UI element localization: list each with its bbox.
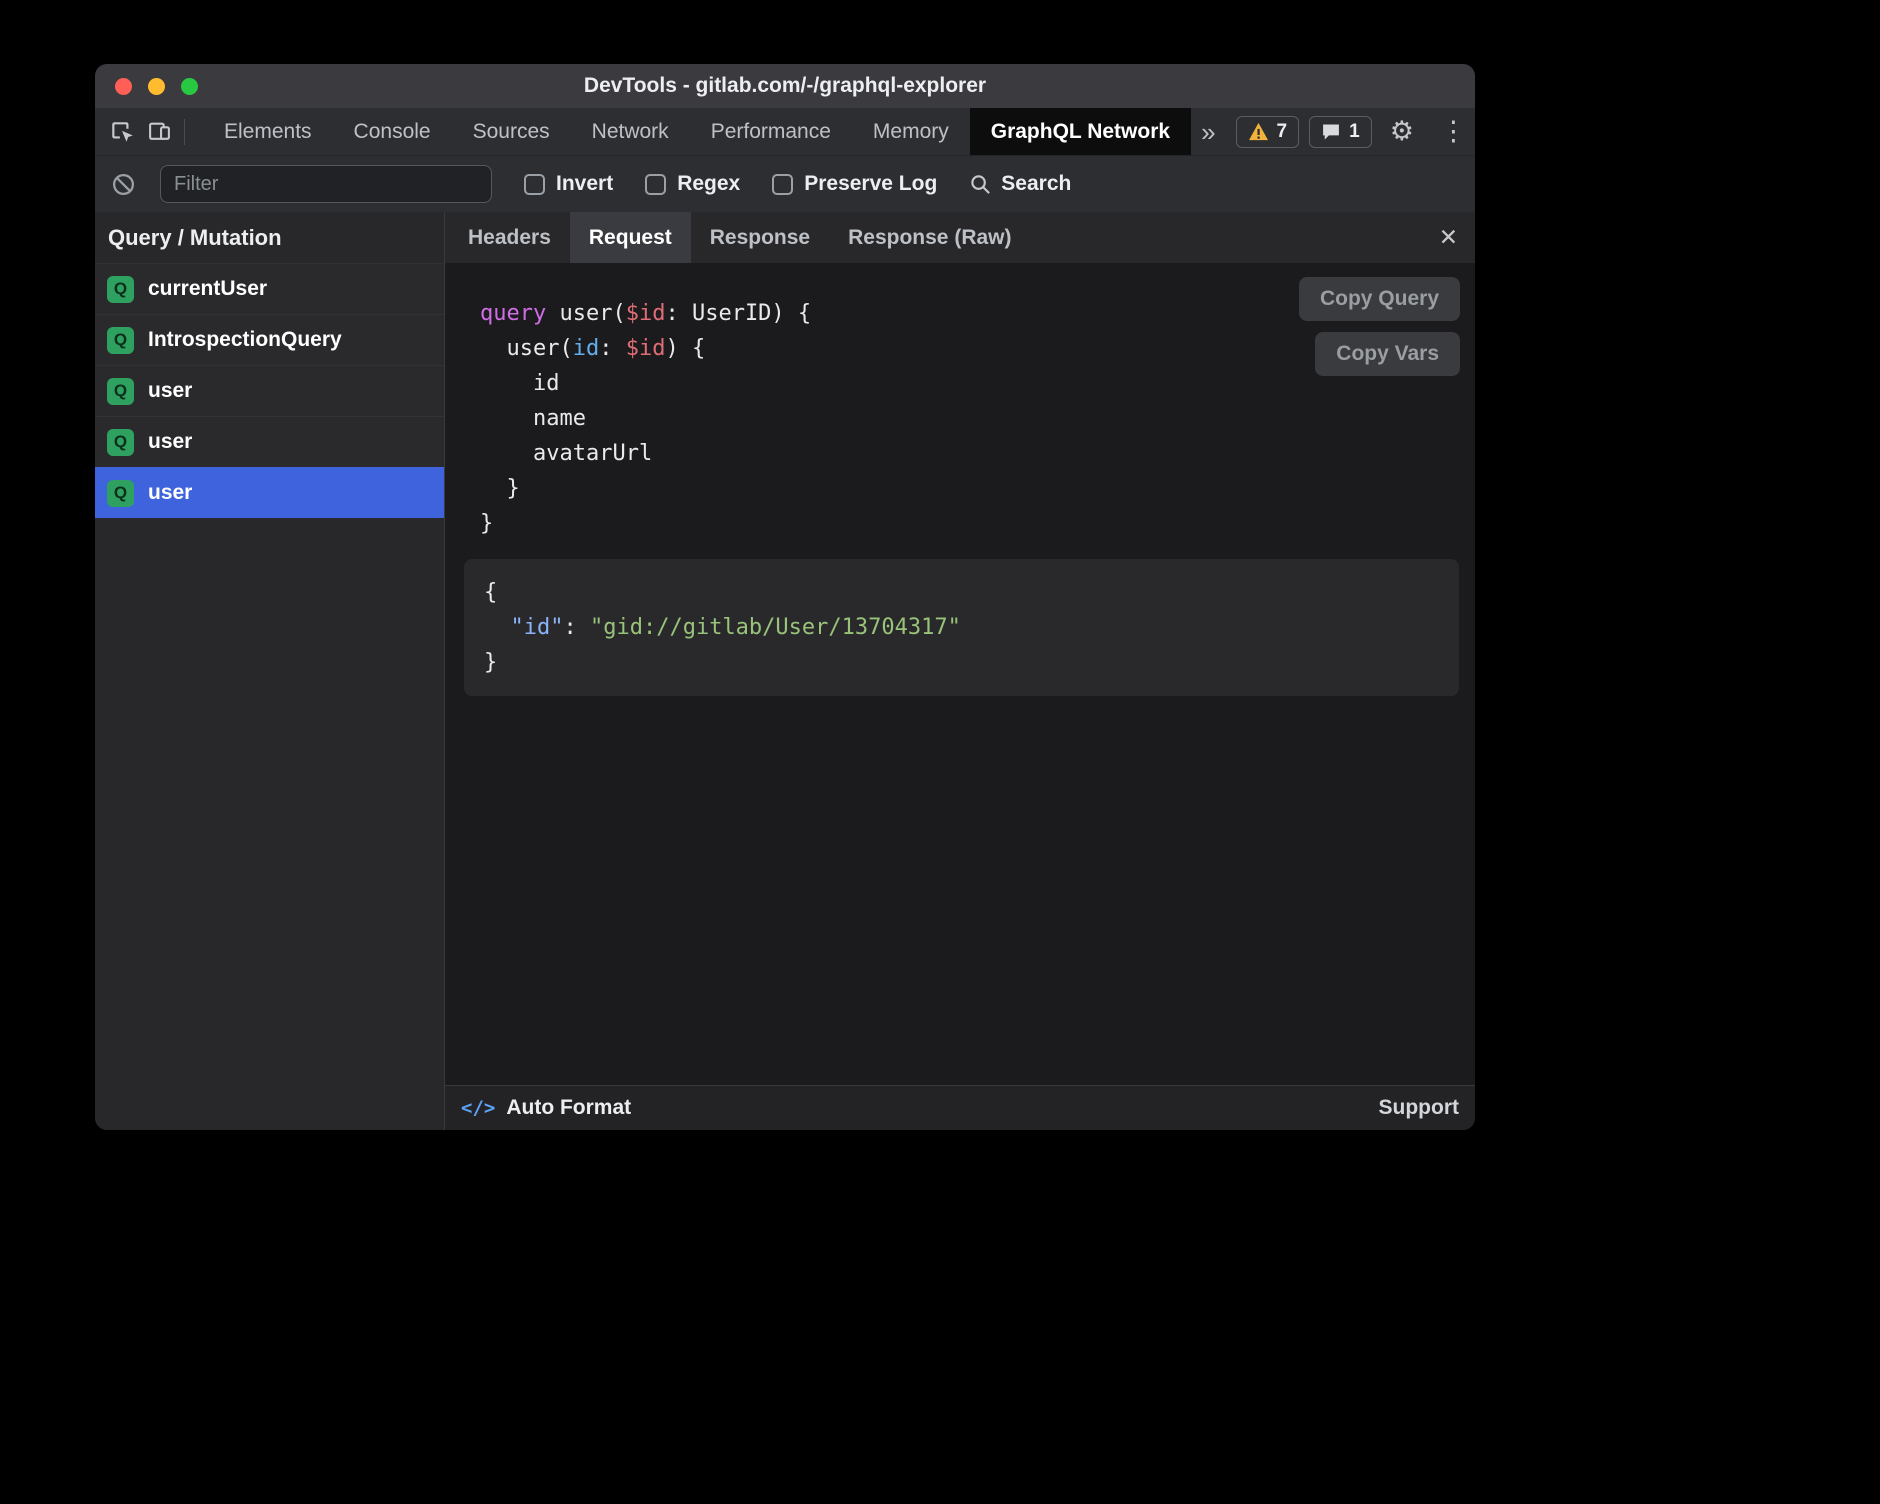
query-list-header: Query / Mutation	[95, 212, 444, 263]
query-variables-code: { "id": "gid://gitlab/User/13704317"}	[484, 575, 1459, 680]
close-icon: ✕	[1439, 224, 1458, 251]
query-list-item-user-2[interactable]: Q user	[95, 416, 444, 467]
tab-console[interactable]: Console	[333, 108, 452, 155]
preserve-log-checkbox[interactable]: Preserve Log	[772, 172, 937, 196]
zoom-window-button[interactable]	[181, 78, 198, 95]
tab-graphql-network[interactable]: GraphQL Network	[970, 108, 1191, 155]
block-icon	[111, 172, 136, 197]
tab-response-raw[interactable]: Response (Raw)	[829, 212, 1030, 263]
filter-input[interactable]	[160, 165, 492, 203]
preserve-log-label: Preserve Log	[804, 172, 937, 196]
query-type-badge: Q	[107, 327, 134, 354]
query-list-item-user-3-selected[interactable]: Q user	[95, 467, 444, 518]
query-list-item-currentuser[interactable]: Q currentUser	[95, 263, 444, 314]
detail-panel-tabs: Headers Request Response Response (Raw) …	[445, 212, 1475, 263]
issues-count: 1	[1349, 121, 1360, 143]
issues-badge[interactable]: 1	[1309, 116, 1372, 148]
toggle-device-toolbar-button[interactable]	[147, 119, 172, 144]
inspect-element-button[interactable]	[109, 119, 135, 145]
query-list-item-user-1[interactable]: Q user	[95, 365, 444, 416]
copy-vars-button[interactable]: Copy Vars	[1315, 332, 1460, 376]
query-name: IntrospectionQuery	[148, 328, 342, 352]
tab-sources[interactable]: Sources	[452, 108, 571, 155]
query-name: currentUser	[148, 277, 267, 301]
preserve-log-checkbox-box[interactable]	[772, 174, 793, 195]
support-link[interactable]: Support	[1379, 1096, 1459, 1120]
tab-response[interactable]: Response	[691, 212, 829, 263]
more-tabs-button[interactable]: »	[1191, 119, 1225, 145]
filter-toolbar: Invert Regex Preserve Log Search	[95, 155, 1475, 212]
regex-checkbox[interactable]: Regex	[645, 172, 740, 196]
close-panel-button[interactable]: ✕	[1422, 212, 1475, 263]
code-brackets-icon: </>	[461, 1097, 495, 1119]
invert-label: Invert	[556, 172, 613, 196]
tab-headers[interactable]: Headers	[449, 212, 570, 263]
window-titlebar[interactable]: DevTools - gitlab.com/-/graphql-explorer	[95, 64, 1475, 108]
query-name: user	[148, 379, 192, 403]
warnings-badge[interactable]: 7	[1236, 116, 1300, 148]
regex-label: Regex	[677, 172, 740, 196]
tab-network[interactable]: Network	[571, 108, 690, 155]
search-control[interactable]: Search	[969, 172, 1071, 196]
kebab-menu-icon: ⋮	[1440, 118, 1467, 145]
devtools-window: DevTools - gitlab.com/-/graphql-explorer…	[95, 64, 1475, 1130]
request-panel-body: Copy Query Copy Vars query user($id: Use…	[445, 263, 1475, 1085]
invert-checkbox-box[interactable]	[524, 174, 545, 195]
clear-log-button[interactable]	[111, 172, 136, 197]
close-window-button[interactable]	[115, 78, 132, 95]
tab-performance[interactable]: Performance	[690, 108, 852, 155]
query-name: user	[148, 430, 192, 454]
devtools-content: Query / Mutation Q currentUser Q Introsp…	[95, 212, 1475, 1130]
query-variables-box: { "id": "gid://gitlab/User/13704317"}	[464, 559, 1459, 696]
copy-query-button[interactable]: Copy Query	[1299, 277, 1460, 321]
settings-button[interactable]: ⚙	[1382, 118, 1422, 145]
panel-footer: </> Auto Format Support	[445, 1085, 1475, 1130]
toolbar-divider	[184, 119, 185, 145]
warning-icon	[1248, 122, 1269, 141]
window-title: DevTools - gitlab.com/-/graphql-explorer	[584, 74, 986, 98]
query-type-badge: Q	[107, 480, 134, 507]
auto-format-button[interactable]: Auto Format	[506, 1096, 631, 1120]
query-list-item-introspectionquery[interactable]: Q IntrospectionQuery	[95, 314, 444, 365]
tab-request[interactable]: Request	[570, 212, 691, 263]
devtools-tabbar: Elements Console Sources Network Perform…	[95, 108, 1475, 155]
search-label: Search	[1001, 172, 1071, 196]
query-type-badge: Q	[107, 276, 134, 303]
query-type-badge: Q	[107, 378, 134, 405]
query-type-badge: Q	[107, 429, 134, 456]
gear-icon: ⚙	[1390, 118, 1414, 145]
traffic-lights	[115, 64, 198, 108]
tab-elements[interactable]: Elements	[203, 108, 333, 155]
device-toolbar-icon	[147, 119, 172, 144]
inspect-cursor-icon	[109, 119, 135, 145]
more-options-button[interactable]: ⋮	[1432, 118, 1475, 145]
detail-panel: Headers Request Response Response (Raw) …	[445, 212, 1475, 1130]
invert-checkbox[interactable]: Invert	[524, 172, 613, 196]
warning-count: 7	[1277, 121, 1288, 143]
tab-memory[interactable]: Memory	[852, 108, 970, 155]
query-list-sidebar: Query / Mutation Q currentUser Q Introsp…	[95, 212, 445, 1130]
message-bubble-icon	[1321, 122, 1341, 142]
regex-checkbox-box[interactable]	[645, 174, 666, 195]
devtools-tabs: Elements Console Sources Network Perform…	[203, 108, 1191, 155]
minimize-window-button[interactable]	[148, 78, 165, 95]
query-name: user	[148, 481, 192, 505]
search-icon	[969, 173, 992, 196]
